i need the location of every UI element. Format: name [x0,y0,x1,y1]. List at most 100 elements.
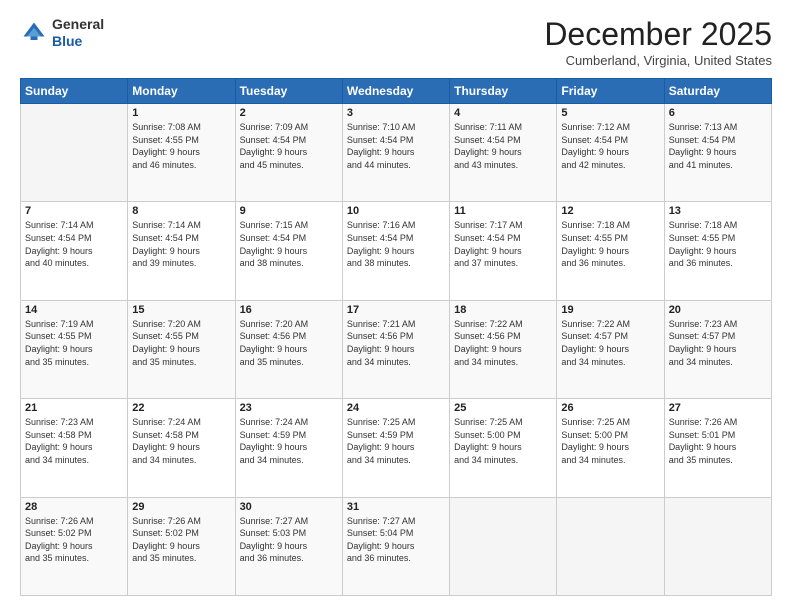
day-info: Sunrise: 7:27 AM Sunset: 5:03 PM Dayligh… [240,515,338,565]
day-info: Sunrise: 7:26 AM Sunset: 5:01 PM Dayligh… [669,416,767,466]
day-info: Sunrise: 7:19 AM Sunset: 4:55 PM Dayligh… [25,318,123,368]
day-number: 27 [669,402,767,414]
calendar-table: Sunday Monday Tuesday Wednesday Thursday… [20,78,772,596]
day-number: 17 [347,304,445,316]
calendar-cell: 21 Sunrise: 7:23 AM Sunset: 4:58 PM Dayli… [21,399,128,497]
day-number: 23 [240,402,338,414]
calendar-cell: 14 Sunrise: 7:19 AM Sunset: 4:55 PM Dayli… [21,300,128,398]
calendar-cell: 29 Sunrise: 7:26 AM Sunset: 5:02 PM Dayli… [128,497,235,595]
day-info: Sunrise: 7:15 AM Sunset: 4:54 PM Dayligh… [240,219,338,269]
title-block: December 2025 Cumberland, Virginia, Unit… [544,16,772,68]
calendar-cell: 16 Sunrise: 7:20 AM Sunset: 4:56 PM Dayli… [235,300,342,398]
day-number: 28 [25,501,123,513]
day-info: Sunrise: 7:17 AM Sunset: 4:54 PM Dayligh… [454,219,552,269]
day-info: Sunrise: 7:14 AM Sunset: 4:54 PM Dayligh… [132,219,230,269]
page: General Blue December 2025 Cumberland, V… [0,0,792,612]
day-info: Sunrise: 7:21 AM Sunset: 4:56 PM Dayligh… [347,318,445,368]
day-number: 8 [132,205,230,217]
day-number: 7 [25,205,123,217]
header-saturday: Saturday [664,79,771,104]
day-number: 25 [454,402,552,414]
header-tuesday: Tuesday [235,79,342,104]
calendar-cell: 13 Sunrise: 7:18 AM Sunset: 4:55 PM Dayli… [664,202,771,300]
calendar-cell: 1 Sunrise: 7:08 AM Sunset: 4:55 PM Daylig… [128,104,235,202]
calendar-cell: 27 Sunrise: 7:26 AM Sunset: 5:01 PM Dayli… [664,399,771,497]
logo-general-text: General [52,16,104,32]
calendar-week-0: 1 Sunrise: 7:08 AM Sunset: 4:55 PM Daylig… [21,104,772,202]
calendar-cell: 9Sunrise: 7:15 AM Sunset: 4:54 PM Daylig… [235,202,342,300]
calendar-cell: 26 Sunrise: 7:25 AM Sunset: 5:00 PM Dayli… [557,399,664,497]
calendar-cell: 22Sunrise: 7:24 AM Sunset: 4:58 PM Dayli… [128,399,235,497]
calendar-cell [664,497,771,595]
calendar-cell: 19 Sunrise: 7:22 AM Sunset: 4:57 PM Dayli… [557,300,664,398]
day-number: 11 [454,205,552,217]
day-info: Sunrise: 7:13 AM Sunset: 4:54 PM Dayligh… [669,121,767,171]
day-number: 21 [25,402,123,414]
calendar-cell [450,497,557,595]
day-info: Sunrise: 7:10 AM Sunset: 4:54 PM Dayligh… [347,121,445,171]
calendar-cell: 11 Sunrise: 7:17 AM Sunset: 4:54 PM Dayli… [450,202,557,300]
day-info: Sunrise: 7:12 AM Sunset: 4:54 PM Dayligh… [561,121,659,171]
header: General Blue December 2025 Cumberland, V… [20,16,772,68]
day-number: 5 [561,107,659,119]
weekday-header-row: Sunday Monday Tuesday Wednesday Thursday… [21,79,772,104]
calendar-week-2: 14 Sunrise: 7:19 AM Sunset: 4:55 PM Dayli… [21,300,772,398]
day-info: Sunrise: 7:25 AM Sunset: 4:59 PM Dayligh… [347,416,445,466]
day-info: Sunrise: 7:20 AM Sunset: 4:56 PM Dayligh… [240,318,338,368]
day-info: Sunrise: 7:24 AM Sunset: 4:59 PM Dayligh… [240,416,338,466]
day-info: Sunrise: 7:08 AM Sunset: 4:55 PM Dayligh… [132,121,230,171]
day-number: 2 [240,107,338,119]
day-info: Sunrise: 7:11 AM Sunset: 4:54 PM Dayligh… [454,121,552,171]
calendar-week-4: 28 Sunrise: 7:26 AM Sunset: 5:02 PM Dayli… [21,497,772,595]
day-number: 22 [132,402,230,414]
day-info: Sunrise: 7:23 AM Sunset: 4:57 PM Dayligh… [669,318,767,368]
header-wednesday: Wednesday [342,79,449,104]
logo-icon [20,19,48,47]
day-info: Sunrise: 7:26 AM Sunset: 5:02 PM Dayligh… [132,515,230,565]
day-info: Sunrise: 7:20 AM Sunset: 4:55 PM Dayligh… [132,318,230,368]
day-number: 12 [561,205,659,217]
calendar-cell: 12 Sunrise: 7:18 AM Sunset: 4:55 PM Dayli… [557,202,664,300]
day-number: 13 [669,205,767,217]
calendar-cell: 8 Sunrise: 7:14 AM Sunset: 4:54 PM Daylig… [128,202,235,300]
calendar-cell: 24 Sunrise: 7:25 AM Sunset: 4:59 PM Dayli… [342,399,449,497]
calendar-cell: 23 Sunrise: 7:24 AM Sunset: 4:59 PM Dayli… [235,399,342,497]
day-number: 26 [561,402,659,414]
day-number: 24 [347,402,445,414]
day-info: Sunrise: 7:23 AM Sunset: 4:58 PM Dayligh… [25,416,123,466]
location: Cumberland, Virginia, United States [544,53,772,68]
header-friday: Friday [557,79,664,104]
calendar-cell: 30 Sunrise: 7:27 AM Sunset: 5:03 PM Dayli… [235,497,342,595]
day-info: Sunrise: 7:27 AM Sunset: 5:04 PM Dayligh… [347,515,445,565]
day-number: 30 [240,501,338,513]
calendar-cell: 2Sunrise: 7:09 AM Sunset: 4:54 PM Daylig… [235,104,342,202]
day-info: Sunrise: 7:25 AM Sunset: 5:00 PM Dayligh… [561,416,659,466]
day-number: 29 [132,501,230,513]
header-thursday: Thursday [450,79,557,104]
logo: General Blue [20,16,104,50]
calendar-cell: 20 Sunrise: 7:23 AM Sunset: 4:57 PM Dayli… [664,300,771,398]
calendar-cell: 15 Sunrise: 7:20 AM Sunset: 4:55 PM Dayli… [128,300,235,398]
day-info: Sunrise: 7:18 AM Sunset: 4:55 PM Dayligh… [669,219,767,269]
day-number: 19 [561,304,659,316]
day-info: Sunrise: 7:18 AM Sunset: 4:55 PM Dayligh… [561,219,659,269]
day-number: 1 [132,107,230,119]
day-info: Sunrise: 7:22 AM Sunset: 4:56 PM Dayligh… [454,318,552,368]
day-number: 16 [240,304,338,316]
day-number: 20 [669,304,767,316]
day-info: Sunrise: 7:26 AM Sunset: 5:02 PM Dayligh… [25,515,123,565]
day-number: 3 [347,107,445,119]
calendar-cell: 10Sunrise: 7:16 AM Sunset: 4:54 PM Dayli… [342,202,449,300]
day-info: Sunrise: 7:22 AM Sunset: 4:57 PM Dayligh… [561,318,659,368]
day-number: 15 [132,304,230,316]
header-sunday: Sunday [21,79,128,104]
calendar-cell: 17 Sunrise: 7:21 AM Sunset: 4:56 PM Dayli… [342,300,449,398]
day-info: Sunrise: 7:16 AM Sunset: 4:54 PM Dayligh… [347,219,445,269]
calendar-cell: 25Sunrise: 7:25 AM Sunset: 5:00 PM Dayli… [450,399,557,497]
logo-blue-text: Blue [52,33,82,49]
month-title: December 2025 [544,16,772,53]
day-number: 31 [347,501,445,513]
day-number: 14 [25,304,123,316]
calendar-cell: 5 Sunrise: 7:12 AM Sunset: 4:54 PM Daylig… [557,104,664,202]
day-info: Sunrise: 7:14 AM Sunset: 4:54 PM Dayligh… [25,219,123,269]
